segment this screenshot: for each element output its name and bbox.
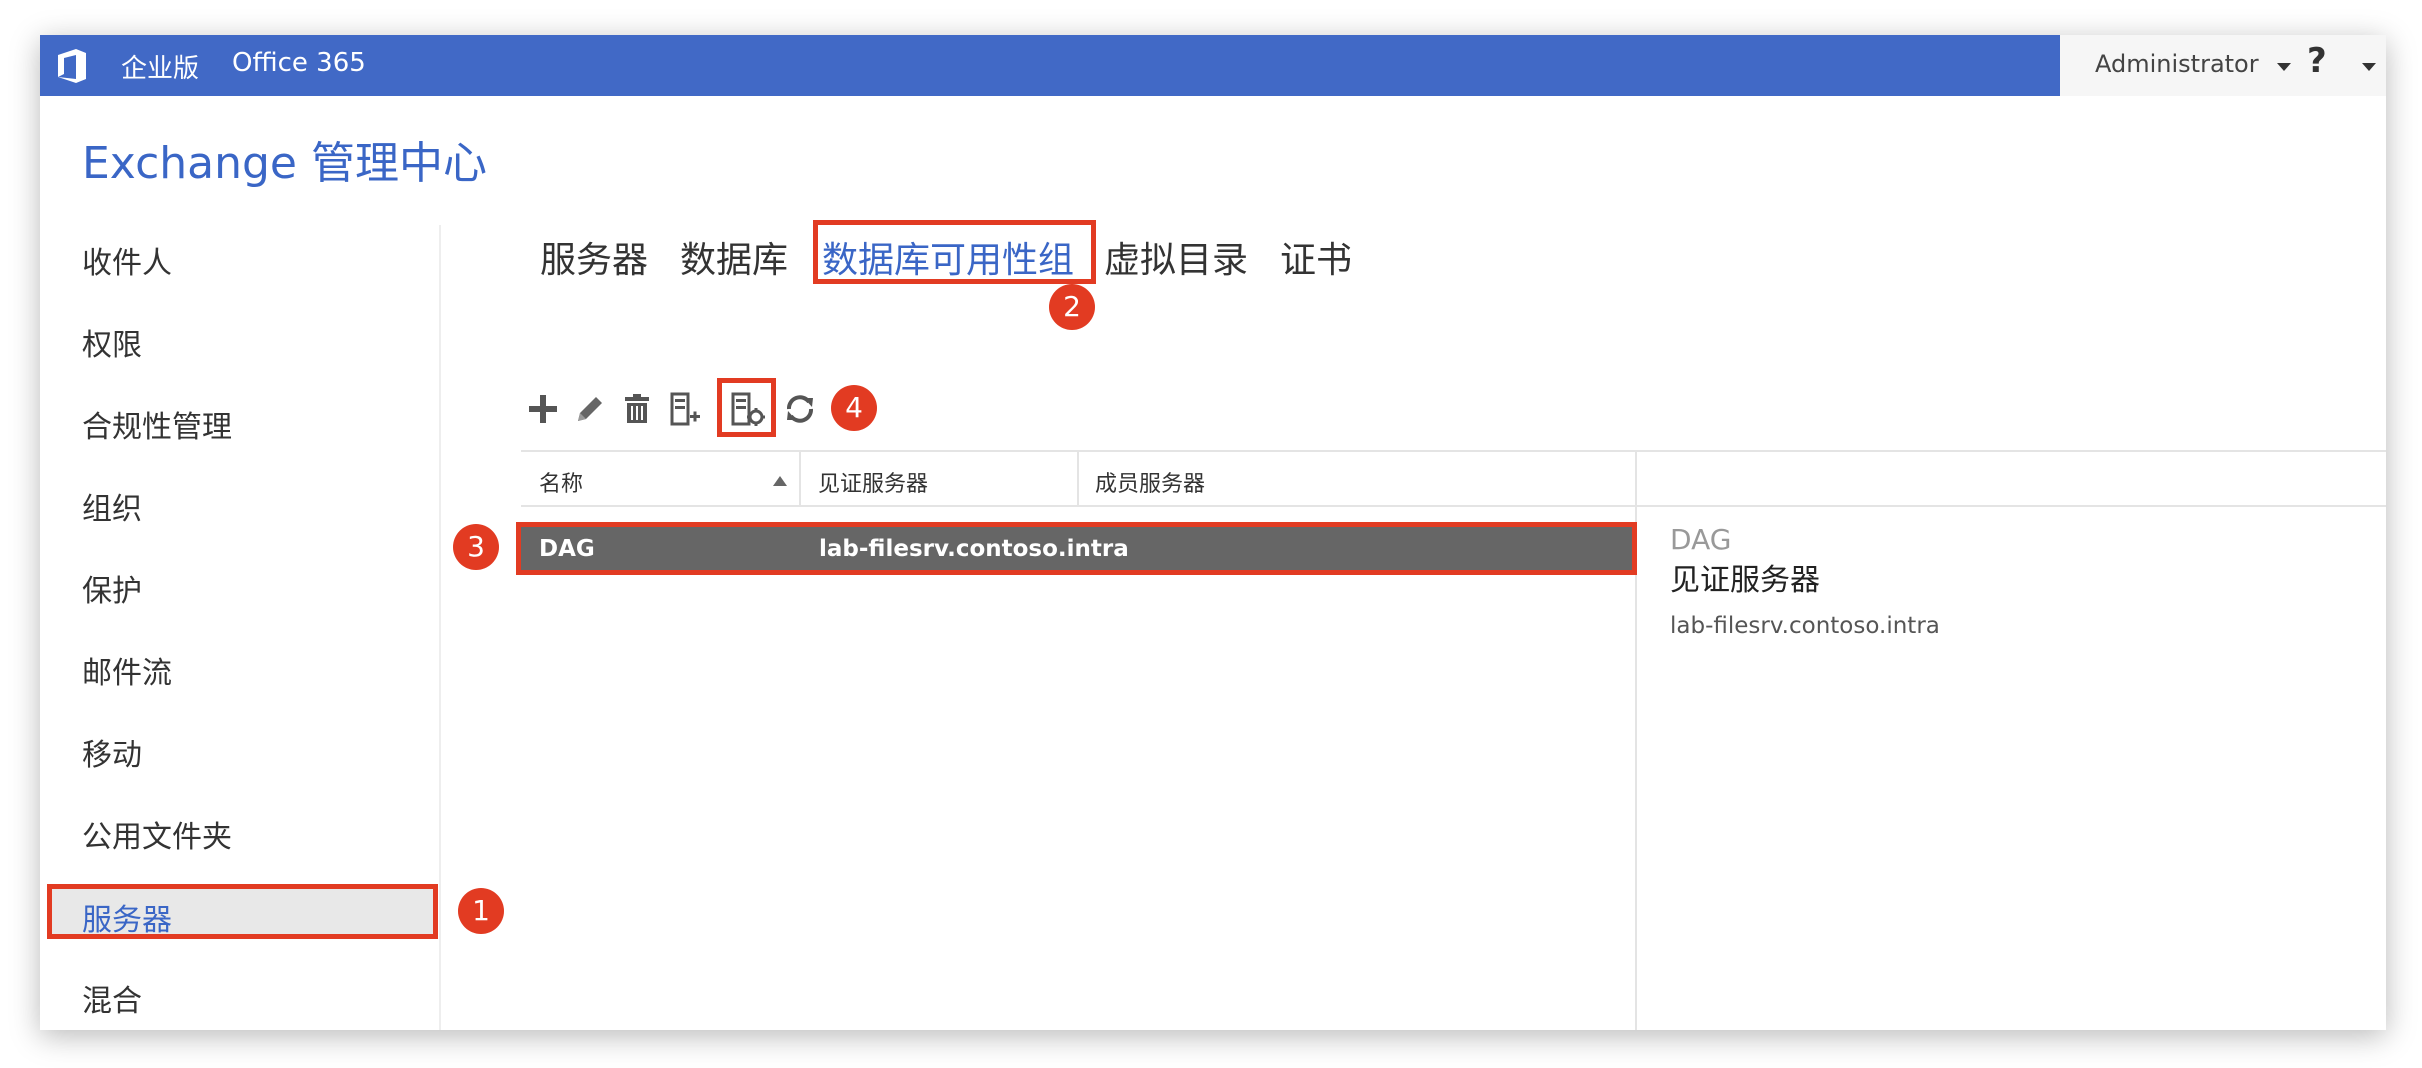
user-chevron-down-icon[interactable] bbox=[2277, 63, 2291, 71]
sidebar-item-compliance[interactable]: 合规性管理 bbox=[82, 402, 232, 446]
refresh-icon[interactable] bbox=[780, 389, 820, 429]
tab-virtual-directories[interactable]: 虚拟目录 bbox=[1104, 231, 1248, 283]
product-label[interactable]: Office 365 bbox=[232, 48, 366, 78]
cell-witness-server: lab-filesrv.contoso.intra bbox=[819, 536, 1129, 562]
annotation-badge-4: 4 bbox=[831, 385, 877, 431]
sidebar-item-recipients[interactable]: 收件人 bbox=[82, 238, 172, 282]
column-header-member-servers[interactable]: 成员服务器 bbox=[1095, 466, 1205, 498]
details-witness-label: 见证服务器 bbox=[1670, 563, 1820, 598]
edit-icon[interactable] bbox=[570, 389, 610, 429]
table-row[interactable]: DAG lab-filesrv.contoso.intra bbox=[516, 522, 1637, 575]
sidebar-item-mail-flow[interactable]: 邮件流 bbox=[82, 648, 172, 692]
sidebar-item-servers[interactable]: 服务器 bbox=[82, 895, 172, 939]
column-header-witness-server[interactable]: 见证服务器 bbox=[818, 466, 928, 498]
sidebar-item-organization[interactable]: 组织 bbox=[82, 484, 142, 528]
sort-ascending-icon[interactable] bbox=[773, 476, 787, 486]
add-icon[interactable] bbox=[523, 389, 563, 429]
details-witness-value: lab-filesrv.contoso.intra bbox=[1670, 613, 1940, 639]
edition-label[interactable]: 企业版 bbox=[121, 48, 199, 85]
sidebar-item-permissions[interactable]: 权限 bbox=[82, 320, 142, 364]
details-title: DAG bbox=[1670, 523, 1732, 556]
tab-certificates[interactable]: 证书 bbox=[1280, 231, 1352, 283]
add-server-icon[interactable] bbox=[664, 389, 704, 429]
cell-name: DAG bbox=[539, 536, 595, 562]
tab-highlight-box bbox=[813, 220, 1096, 284]
sidebar-item-protection[interactable]: 保护 bbox=[82, 566, 142, 610]
page-title: Exchange 管理中心 bbox=[82, 138, 487, 189]
help-chevron-down-icon[interactable] bbox=[2362, 63, 2376, 71]
sidebar-item-public-folders[interactable]: 公用文件夹 bbox=[82, 812, 232, 856]
tab-servers[interactable]: 服务器 bbox=[540, 231, 648, 283]
top-bar: 企业版 Office 365 Administrator ? bbox=[40, 35, 2386, 96]
user-area: Administrator ? bbox=[2060, 35, 2386, 96]
annotation-badge-3: 3 bbox=[453, 524, 499, 570]
toolbar-highlight-box bbox=[717, 378, 776, 437]
annotation-badge-2: 2 bbox=[1049, 284, 1095, 330]
delete-icon[interactable] bbox=[617, 389, 657, 429]
office-logo-icon[interactable] bbox=[54, 47, 90, 85]
column-header-name[interactable]: 名称 bbox=[539, 466, 583, 498]
nav-divider bbox=[439, 225, 441, 1030]
help-icon[interactable]: ? bbox=[2307, 41, 2327, 81]
sidebar-item-hybrid[interactable]: 混合 bbox=[82, 976, 142, 1020]
app-window: 企业版 Office 365 Administrator ? Exchange … bbox=[40, 35, 2386, 1030]
user-menu[interactable]: Administrator bbox=[2095, 50, 2259, 78]
tab-databases[interactable]: 数据库 bbox=[680, 231, 788, 283]
table-header: 名称 见证服务器 成员服务器 bbox=[521, 450, 2386, 507]
annotation-badge-1: 1 bbox=[458, 888, 504, 934]
sidebar-item-mobile[interactable]: 移动 bbox=[82, 730, 142, 774]
